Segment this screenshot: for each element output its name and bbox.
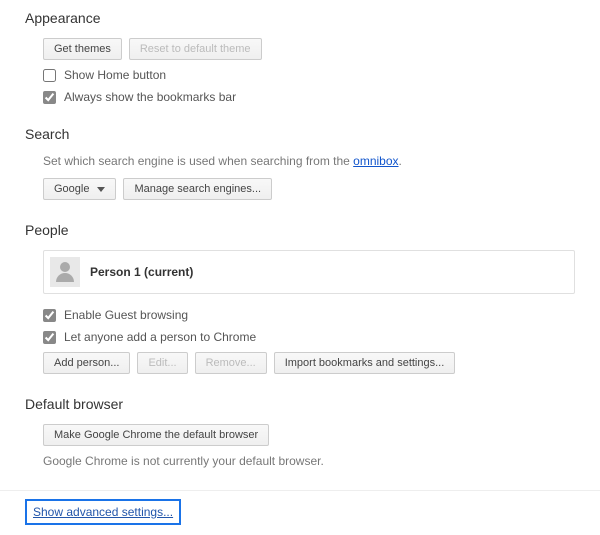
let-anyone-checkbox[interactable] <box>43 331 56 344</box>
show-home-checkbox[interactable] <box>43 69 56 82</box>
always-bookmarks-row[interactable]: Always show the bookmarks bar <box>43 90 575 104</box>
always-bookmarks-checkbox[interactable] <box>43 91 56 104</box>
remove-person-button[interactable]: Remove... <box>195 352 267 374</box>
import-bookmarks-button[interactable]: Import bookmarks and settings... <box>274 352 456 374</box>
make-default-button[interactable]: Make Google Chrome the default browser <box>43 424 269 446</box>
people-section: People Person 1 (current) Enable Guest b… <box>25 222 575 374</box>
enable-guest-label: Enable Guest browsing <box>64 308 188 322</box>
enable-guest-checkbox[interactable] <box>43 309 56 322</box>
default-browser-title: Default browser <box>25 396 575 412</box>
omnibox-link[interactable]: omnibox <box>353 154 398 168</box>
default-browser-section: Default browser Make Google Chrome the d… <box>25 396 575 468</box>
people-title: People <box>25 222 575 238</box>
show-home-row[interactable]: Show Home button <box>43 68 575 82</box>
reset-theme-button[interactable]: Reset to default theme <box>129 38 262 60</box>
search-title: Search <box>25 126 575 142</box>
search-description: Set which search engine is used when sea… <box>43 154 575 168</box>
default-browser-status: Google Chrome is not currently your defa… <box>43 454 575 468</box>
search-engine-dropdown[interactable]: Google <box>43 178 116 200</box>
let-anyone-label: Let anyone add a person to Chrome <box>64 330 256 344</box>
search-desc-prefix: Set which search engine is used when sea… <box>43 154 353 168</box>
edit-person-button[interactable]: Edit... <box>137 352 187 374</box>
get-themes-button[interactable]: Get themes <box>43 38 122 60</box>
search-desc-suffix: . <box>399 154 402 168</box>
always-bookmarks-label: Always show the bookmarks bar <box>64 90 236 104</box>
show-home-label: Show Home button <box>64 68 166 82</box>
appearance-title: Appearance <box>25 10 575 26</box>
enable-guest-row[interactable]: Enable Guest browsing <box>43 308 575 322</box>
people-profile-box[interactable]: Person 1 (current) <box>43 250 575 294</box>
appearance-section: Appearance Get themes Reset to default t… <box>25 10 575 104</box>
person-name: Person 1 (current) <box>90 265 193 279</box>
search-section: Search Set which search engine is used w… <box>25 126 575 200</box>
add-person-button[interactable]: Add person... <box>43 352 130 374</box>
avatar-icon <box>50 257 80 287</box>
manage-search-engines-button[interactable]: Manage search engines... <box>123 178 272 200</box>
let-anyone-row[interactable]: Let anyone add a person to Chrome <box>43 330 575 344</box>
show-advanced-settings-link[interactable]: Show advanced settings... <box>25 499 181 525</box>
divider <box>0 490 600 491</box>
